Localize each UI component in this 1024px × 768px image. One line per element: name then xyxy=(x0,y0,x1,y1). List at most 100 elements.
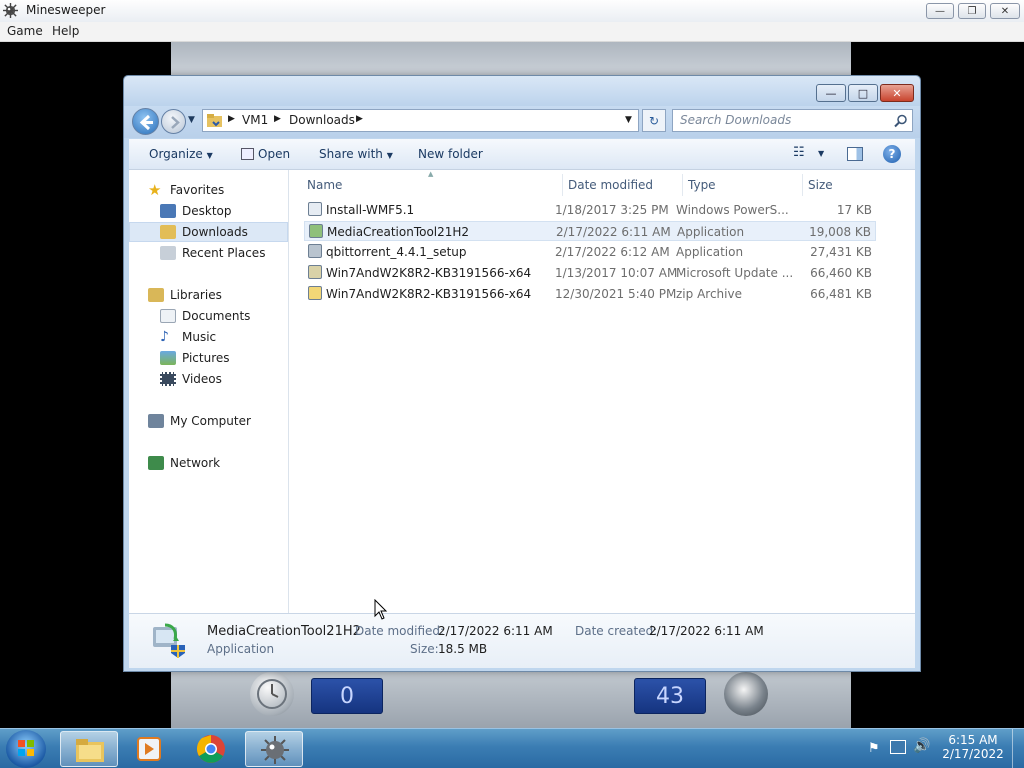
share-with-button[interactable]: Share with ▼ xyxy=(319,147,393,161)
chevron-down-icon: ▼ xyxy=(206,151,213,160)
nav-network[interactable]: Network xyxy=(129,453,288,473)
share-with-label: Share with xyxy=(319,147,383,161)
clock[interactable]: 6:15 AM 2/17/2022 xyxy=(940,733,1006,761)
open-button[interactable]: Open xyxy=(241,147,290,161)
music-icon: ♪ xyxy=(160,329,169,345)
address-dropdown-icon[interactable]: ▼ xyxy=(625,115,632,125)
explorer-titlebar[interactable]: — □ ✕ xyxy=(124,76,920,106)
taskbar-chrome-button[interactable] xyxy=(182,731,240,767)
address-bar[interactable]: ▶ VM1 ▶ Downloads ▶ ▼ xyxy=(202,109,639,132)
minesweeper-board[interactable] xyxy=(171,42,851,77)
help-icon[interactable]: ? xyxy=(883,145,901,163)
menu-game[interactable]: Game xyxy=(7,24,43,38)
nav-favorites[interactable]: ★ Favorites xyxy=(129,180,288,200)
chevron-down-icon: ▼ xyxy=(386,151,393,160)
file-type: Windows PowerS... xyxy=(676,203,789,217)
nav-downloads[interactable]: Downloads xyxy=(129,222,288,242)
open-icon xyxy=(241,148,254,160)
nav-libraries[interactable]: Libraries xyxy=(129,285,288,305)
search-box[interactable]: Search Downloads xyxy=(672,109,913,132)
explorer-close-button[interactable]: ✕ xyxy=(880,84,914,102)
preview-pane-icon[interactable] xyxy=(847,147,863,161)
back-button[interactable] xyxy=(132,108,159,135)
pictures-icon xyxy=(160,351,176,365)
details-date-modified: 2/17/2022 6:11 AM xyxy=(438,624,553,638)
organize-button[interactable]: Organize ▼ xyxy=(149,147,213,161)
breadcrumb-separator-icon[interactable]: ▶ xyxy=(274,114,281,124)
minesweeper-titlebar[interactable]: Minesweeper — ❐ ✕ xyxy=(0,0,1024,22)
file-date-modified: 2/17/2022 6:11 AM xyxy=(556,225,671,239)
minesweeper-app-icon xyxy=(3,3,18,18)
zip-archive-icon xyxy=(308,286,322,300)
timer-clock-icon xyxy=(250,672,294,716)
breadcrumb-separator-icon[interactable]: ▶ xyxy=(228,114,235,124)
network-tray-icon[interactable] xyxy=(890,740,906,754)
file-type: Microsoft Update ... xyxy=(676,266,794,280)
action-center-flag-icon[interactable]: ⚑ xyxy=(868,741,880,756)
minesweeper-icon xyxy=(261,736,289,764)
nav-my-computer[interactable]: My Computer xyxy=(129,411,288,431)
volume-icon[interactable]: 🔊 xyxy=(913,738,930,754)
nav-videos[interactable]: Videos xyxy=(129,369,288,389)
change-view-icon[interactable]: ☷ xyxy=(793,145,805,160)
restore-button[interactable]: ❐ xyxy=(958,3,986,19)
column-header-date-modified[interactable]: Date modified xyxy=(568,178,653,192)
recent-pages-dropdown[interactable]: ▼ xyxy=(188,115,195,125)
nav-music[interactable]: ♪ Music xyxy=(129,327,288,347)
explorer-maximize-button[interactable]: □ xyxy=(848,84,878,102)
column-header-type[interactable]: Type xyxy=(688,178,716,192)
column-header-name[interactable]: Name xyxy=(307,178,342,192)
restore-icon: ❐ xyxy=(967,5,977,17)
documents-icon xyxy=(160,309,176,323)
nav-desktop[interactable]: Desktop xyxy=(129,201,288,221)
nav-documents[interactable]: Documents xyxy=(129,306,288,326)
clock-time: 6:15 AM xyxy=(948,733,998,747)
file-size: 27,431 KB xyxy=(810,245,872,259)
breadcrumb-downloads[interactable]: Downloads xyxy=(289,113,355,127)
column-divider[interactable] xyxy=(682,174,683,196)
nav-music-label: Music xyxy=(182,330,217,344)
file-row[interactable]: Install-WMF5.1 1/18/2017 3:25 PM Windows P… xyxy=(304,200,876,220)
downloads-folder-icon xyxy=(160,225,176,239)
taskbar-media-player-button[interactable] xyxy=(121,731,179,767)
menu-help[interactable]: Help xyxy=(52,24,79,38)
file-type: Application xyxy=(677,225,745,239)
file-row[interactable]: Win7AndW2K8R2-KB3191566-x64 12/30/2021 5:… xyxy=(304,284,876,304)
details-pane: MediaCreationTool21H2 Application Date m… xyxy=(129,613,915,668)
file-date-modified: 1/18/2017 3:25 PM xyxy=(555,203,669,217)
nav-pictures-label: Pictures xyxy=(182,351,230,365)
taskbar: ⚑ 🔊 6:15 AM 2/17/2022 xyxy=(0,728,1024,768)
command-bar: Organize ▼ Open Share with ▼ New folder … xyxy=(129,139,915,170)
breadcrumb-vm1[interactable]: VM1 xyxy=(242,113,268,127)
search-icon[interactable] xyxy=(894,114,908,128)
column-divider[interactable] xyxy=(562,174,563,196)
file-name: Install-WMF5.1 xyxy=(326,203,415,217)
forward-button[interactable] xyxy=(161,109,186,134)
column-header-size[interactable]: Size xyxy=(808,178,833,192)
media-creation-tool-icon xyxy=(309,224,323,238)
clock-date: 2/17/2022 xyxy=(942,747,1004,761)
file-row[interactable]: Win7AndW2K8R2-KB3191566-x64 1/13/2017 10:… xyxy=(304,263,876,283)
libraries-icon xyxy=(148,288,164,302)
file-row[interactable]: MediaCreationTool21H2 2/17/2022 6:11 AM Ap… xyxy=(304,221,876,241)
view-options-dropdown-icon[interactable]: ▼ xyxy=(818,149,824,158)
taskbar-explorer-button[interactable] xyxy=(60,731,118,767)
new-folder-button[interactable]: New folder xyxy=(418,147,483,161)
close-button[interactable]: ✕ xyxy=(990,3,1020,19)
explorer-minimize-button[interactable]: — xyxy=(816,84,846,102)
taskbar-minesweeper-button[interactable] xyxy=(245,731,303,767)
search-input[interactable]: Search Downloads xyxy=(680,113,791,127)
minimize-button[interactable]: — xyxy=(926,3,954,19)
computer-icon xyxy=(148,414,164,428)
show-desktop-button[interactable] xyxy=(1012,729,1024,768)
file-row[interactable]: qbittorrent_4.4.1_setup 2/17/2022 6:12 AM… xyxy=(304,242,876,262)
windows-logo-icon xyxy=(18,740,34,756)
nav-favorites-label: Favorites xyxy=(170,183,225,197)
breadcrumb-separator-icon[interactable]: ▶ xyxy=(356,114,363,124)
nav-recent-places[interactable]: Recent Places xyxy=(129,243,288,263)
start-button[interactable] xyxy=(6,730,46,768)
refresh-button[interactable]: ↻ xyxy=(642,109,666,132)
nav-pictures[interactable]: Pictures xyxy=(129,348,288,368)
open-label: Open xyxy=(258,147,291,161)
column-divider[interactable] xyxy=(802,174,803,196)
